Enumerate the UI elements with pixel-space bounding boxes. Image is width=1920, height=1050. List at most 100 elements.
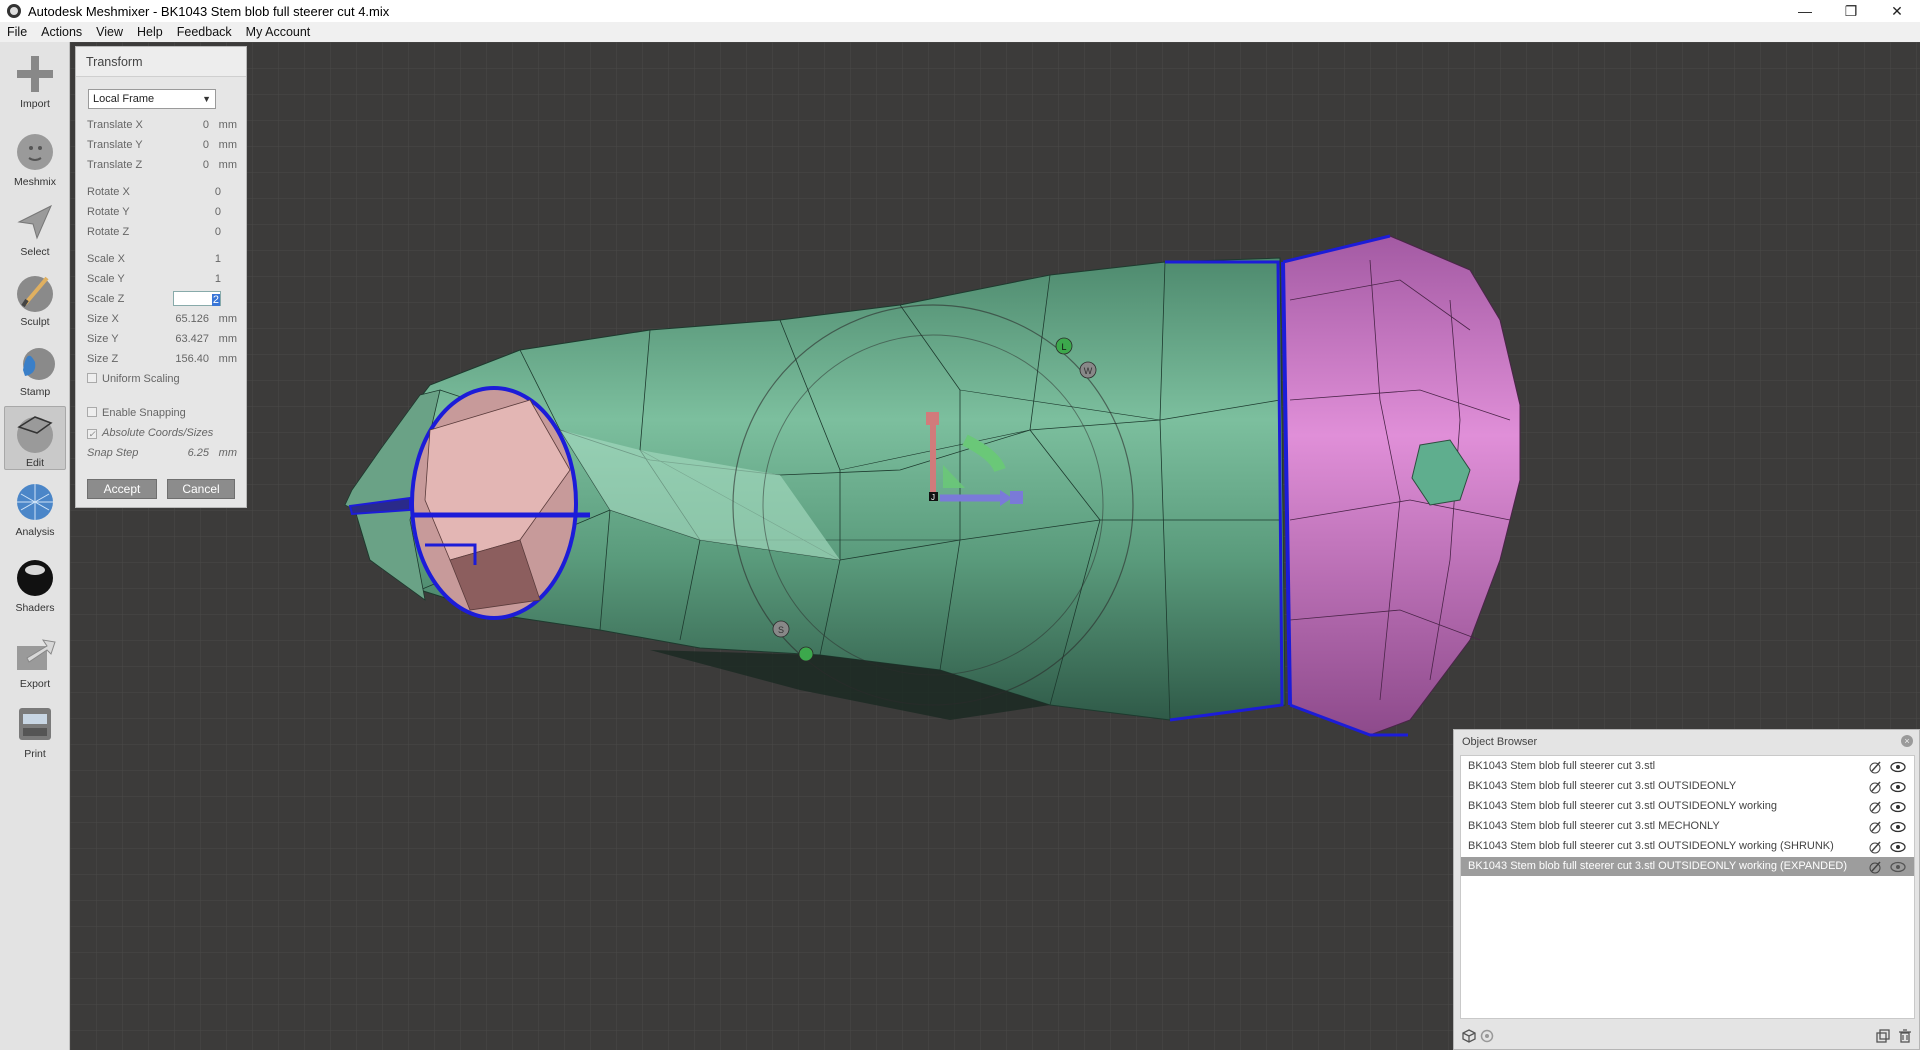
edit-object-icon[interactable] [1868, 780, 1882, 794]
gizmo-label-s: S [778, 625, 784, 635]
snap-step-row[interactable]: Snap Step 6.25 mm [87, 445, 237, 461]
edit-object-icon[interactable] [1868, 840, 1882, 854]
menu-file[interactable]: File [0, 25, 34, 39]
menu-actions[interactable]: Actions [34, 25, 89, 39]
tool-select[interactable]: Select [4, 196, 66, 260]
uniform-scaling-checkbox[interactable]: Uniform Scaling [87, 372, 180, 386]
tool-label: Stamp [19, 386, 51, 398]
translate-x-row[interactable]: Translate X 0 mm [87, 117, 237, 133]
tool-label: Shaders [15, 602, 55, 614]
edit-object-icon[interactable] [1868, 820, 1882, 834]
checkmark-icon: ✓ [87, 429, 97, 439]
edit-object-icon[interactable] [1868, 860, 1882, 874]
tool-label: Meshmix [13, 176, 56, 188]
rotate-x-row[interactable]: Rotate X 0 [87, 184, 237, 200]
edit-icon [17, 416, 53, 453]
cancel-button[interactable]: Cancel [167, 479, 235, 499]
tool-edit[interactable]: Edit [4, 406, 66, 470]
sculpt-brush-icon [17, 276, 53, 312]
object-browser-footer [1454, 1024, 1920, 1048]
plus-icon [17, 56, 53, 92]
object-list-item[interactable]: BK1043 Stem blob full steerer cut 3.stl [1461, 757, 1914, 776]
settings-gear-icon[interactable] [1479, 1028, 1495, 1044]
gizmo-green-dot-lower [798, 646, 814, 662]
tool-print[interactable]: Print [4, 698, 66, 762]
visibility-eye-icon[interactable] [1890, 761, 1906, 773]
size-x-row[interactable]: Size X 65.126 mm [87, 311, 237, 327]
scale-y-row[interactable]: Scale Y 1 [87, 271, 237, 287]
menu-help[interactable]: Help [130, 25, 170, 39]
visibility-eye-icon[interactable] [1890, 841, 1906, 853]
translate-z-row[interactable]: Translate Z 0 mm [87, 157, 237, 173]
size-y-row[interactable]: Size Y 63.427 mm [87, 331, 237, 347]
absolute-coords-checkbox[interactable]: ✓ Absolute Coords/Sizes [87, 426, 213, 440]
tool-label: Edit [25, 457, 45, 469]
close-icon[interactable]: × [1901, 735, 1913, 747]
gizmo-label-j: J [931, 493, 935, 502]
object-list-item[interactable]: BK1043 Stem blob full steerer cut 3.stl … [1461, 817, 1914, 836]
tool-import[interactable]: Import [4, 48, 66, 112]
close-button[interactable]: ✕ [1874, 0, 1920, 22]
rotate-z-row[interactable]: Rotate Z 0 [87, 224, 237, 240]
trash-icon[interactable] [1897, 1028, 1913, 1044]
duplicate-icon[interactable] [1875, 1028, 1891, 1044]
gizmo-x-handle [1010, 491, 1023, 504]
accept-button[interactable]: Accept [87, 479, 157, 499]
tool-shaders[interactable]: Shaders [4, 552, 66, 616]
gizmo-y-handle [926, 412, 939, 425]
cube-icon[interactable] [1461, 1028, 1477, 1044]
translate-y-row[interactable]: Translate Y 0 mm [87, 137, 237, 153]
object-list: BK1043 Stem blob full steerer cut 3.stl … [1460, 755, 1915, 1019]
visibility-eye-icon[interactable] [1890, 821, 1906, 833]
tool-sidebar: Import Meshmix Select Sculpt Stamp Edit … [0, 42, 70, 1050]
minimize-button[interactable]: — [1782, 0, 1828, 22]
visibility-eye-icon[interactable] [1890, 801, 1906, 813]
window-title: Autodesk Meshmixer - BK1043 Stem blob fu… [28, 3, 390, 19]
maximize-button[interactable]: ❐ [1828, 0, 1874, 22]
edit-object-icon[interactable] [1868, 760, 1882, 774]
chevron-down-icon: ▼ [202, 94, 211, 104]
menu-bar: File Actions View Help Feedback My Accou… [0, 22, 1920, 42]
shaders-sphere-icon [17, 560, 53, 596]
edit-object-icon[interactable] [1868, 800, 1882, 814]
object-list-item[interactable]: BK1043 Stem blob full steerer cut 3.stl … [1461, 837, 1914, 856]
object-browser-panel: Object Browser × BK1043 Stem blob full s… [1453, 729, 1920, 1050]
svg-text:L: L [1061, 342, 1066, 352]
object-list-item[interactable]: BK1043 Stem blob full steerer cut 3.stl … [1461, 777, 1914, 796]
tool-label: Select [20, 246, 50, 258]
tool-sculpt[interactable]: Sculpt [4, 266, 66, 330]
panel-title: Transform [76, 47, 246, 77]
tool-meshmix[interactable]: Meshmix [4, 126, 66, 190]
checkbox-icon [87, 407, 97, 417]
object-browser-title: Object Browser [1462, 736, 1538, 748]
menu-my-account[interactable]: My Account [239, 25, 318, 39]
checkbox-icon [87, 373, 97, 383]
enable-snapping-checkbox[interactable]: Enable Snapping [87, 406, 186, 420]
object-list-item-selected[interactable]: BK1043 Stem blob full steerer cut 3.stl … [1461, 857, 1914, 876]
frame-dropdown-value: Local Frame [93, 93, 155, 105]
scale-z-row[interactable]: Scale Z 2 [87, 291, 237, 307]
visibility-eye-icon[interactable] [1890, 861, 1906, 873]
visibility-eye-icon[interactable] [1890, 781, 1906, 793]
tool-label: Import [20, 98, 50, 110]
tool-stamp[interactable]: Stamp [4, 336, 66, 400]
object-list-item[interactable]: BK1043 Stem blob full steerer cut 3.stl … [1461, 797, 1914, 816]
frame-dropdown[interactable]: Local Frame ▼ [88, 89, 216, 109]
scale-z-input[interactable]: 2 [173, 291, 221, 306]
menu-feedback[interactable]: Feedback [170, 25, 239, 39]
meshmixer-app-icon [7, 4, 21, 18]
export-icon [17, 639, 56, 670]
menu-view[interactable]: View [89, 25, 130, 39]
stamp-icon [23, 348, 55, 380]
tool-analysis[interactable]: Analysis [4, 476, 66, 540]
rotate-y-row[interactable]: Rotate Y 0 [87, 204, 237, 220]
tool-label: Sculpt [20, 316, 50, 328]
print-icon [19, 708, 51, 740]
title-bar: Autodesk Meshmixer - BK1043 Stem blob fu… [0, 0, 1920, 22]
tool-export[interactable]: Export [4, 628, 66, 692]
scale-x-row[interactable]: Scale X 1 [87, 251, 237, 267]
tool-label: Analysis [15, 526, 55, 538]
size-z-row[interactable]: Size Z 156.40 mm [87, 351, 237, 367]
meshmix-bunny-icon [17, 134, 53, 170]
gizmo-label-w: W [1084, 366, 1093, 376]
